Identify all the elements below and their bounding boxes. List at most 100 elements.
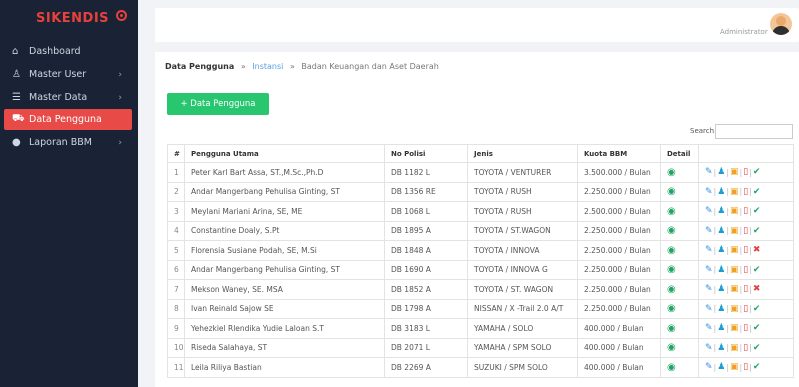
check-icon[interactable]: ✔ bbox=[753, 167, 761, 177]
view-detail-eye-icon[interactable]: ◉ bbox=[667, 167, 676, 178]
view-detail-eye-icon[interactable]: ◉ bbox=[667, 342, 676, 353]
sidebar-toggle-icon[interactable] bbox=[116, 10, 127, 21]
edit-icon[interactable]: ✎ bbox=[705, 265, 713, 275]
trash-icon[interactable]: ▯ bbox=[743, 167, 748, 177]
edit-icon[interactable]: ✎ bbox=[705, 284, 713, 294]
view-detail-eye-icon[interactable]: ◉ bbox=[667, 245, 676, 256]
trash-icon[interactable]: ▯ bbox=[743, 187, 748, 197]
check-icon[interactable]: ✔ bbox=[753, 323, 761, 333]
lock-icon[interactable]: ▣ bbox=[730, 245, 739, 255]
lock-icon[interactable]: ▣ bbox=[730, 226, 739, 236]
lock-icon[interactable]: ▣ bbox=[730, 187, 739, 197]
chevron-right-icon: › bbox=[118, 69, 122, 80]
sidebar-item-laporan-bbm[interactable]: ● Laporan BBM › bbox=[4, 132, 132, 153]
view-detail-eye-icon[interactable]: ◉ bbox=[667, 323, 676, 334]
trash-icon[interactable]: ▯ bbox=[743, 206, 748, 216]
column-header-pengguna-utama[interactable]: Pengguna Utama bbox=[184, 144, 385, 163]
search-input[interactable] bbox=[715, 124, 793, 139]
view-detail-eye-icon[interactable]: ◉ bbox=[667, 264, 676, 275]
check-icon[interactable]: ✔ bbox=[753, 226, 761, 236]
breadcrumb-item-instansi[interactable]: Instansi bbox=[252, 62, 283, 71]
table-header-row: # Pengguna Utama No Polisi Jenis Kuota B… bbox=[167, 144, 794, 163]
view-detail-eye-icon[interactable]: ◉ bbox=[667, 362, 676, 373]
trash-icon[interactable]: ▯ bbox=[743, 245, 748, 255]
trash-icon[interactable]: ▯ bbox=[743, 304, 748, 314]
no-polisi-cell: DB 1690 A bbox=[384, 259, 468, 280]
check-icon[interactable]: ✔ bbox=[753, 206, 761, 216]
view-detail-eye-icon[interactable]: ◉ bbox=[667, 303, 676, 314]
trash-icon[interactable]: ▯ bbox=[743, 343, 748, 353]
no-polisi-cell: DB 1182 L bbox=[384, 162, 468, 183]
trash-icon[interactable]: ▯ bbox=[743, 226, 748, 236]
lock-icon[interactable]: ▣ bbox=[730, 304, 739, 314]
lock-icon[interactable]: ▣ bbox=[730, 323, 739, 333]
user-icon[interactable]: ♟ bbox=[717, 362, 725, 372]
column-header-jenis[interactable]: Jenis bbox=[467, 144, 578, 163]
edit-icon[interactable]: ✎ bbox=[705, 323, 713, 333]
kuota-bbm-cell: 2.250.000 / Bulan bbox=[577, 279, 661, 300]
trash-icon[interactable]: ▯ bbox=[743, 323, 748, 333]
user-icon[interactable]: ♟ bbox=[717, 187, 725, 197]
edit-icon[interactable]: ✎ bbox=[705, 206, 713, 216]
user-icon[interactable]: ♟ bbox=[717, 245, 725, 255]
lock-icon[interactable]: ▣ bbox=[730, 343, 739, 353]
sidebar-item-master-data[interactable]: ☰ Master Data › bbox=[4, 87, 132, 108]
breadcrumb-item-data-pengguna[interactable]: Data Pengguna bbox=[165, 62, 234, 71]
check-icon[interactable]: ✔ bbox=[753, 362, 761, 372]
user-icon[interactable]: ♟ bbox=[717, 265, 725, 275]
user-icon[interactable]: ♟ bbox=[717, 167, 725, 177]
user-icon[interactable]: ♟ bbox=[717, 304, 725, 314]
edit-icon[interactable]: ✎ bbox=[705, 362, 713, 372]
detail-cell: ◉ bbox=[660, 318, 699, 339]
edit-icon[interactable]: ✎ bbox=[705, 167, 713, 177]
detail-cell: ◉ bbox=[660, 220, 699, 241]
close-icon[interactable]: ✖ bbox=[753, 245, 761, 255]
pengguna-utama-cell: Meylani Mariani Arina, SE, ME bbox=[184, 201, 385, 222]
lock-icon[interactable]: ▣ bbox=[730, 265, 739, 275]
column-header-number[interactable]: # bbox=[167, 144, 185, 163]
jenis-cell: TOYOTA / VENTURER bbox=[467, 162, 578, 183]
edit-icon[interactable]: ✎ bbox=[705, 304, 713, 314]
check-icon[interactable]: ✔ bbox=[753, 304, 761, 314]
user-icon[interactable]: ♟ bbox=[717, 343, 725, 353]
actions-cell: ✎ | ♟ | ▣ | ▯ | ✔ bbox=[698, 220, 794, 241]
edit-icon[interactable]: ✎ bbox=[705, 245, 713, 255]
trash-icon[interactable]: ▯ bbox=[743, 284, 748, 294]
trash-icon[interactable]: ▯ bbox=[743, 362, 748, 372]
user-icon[interactable]: ♟ bbox=[717, 206, 725, 216]
check-icon[interactable]: ✔ bbox=[753, 265, 761, 275]
sidebar-item-data-pengguna[interactable]: ⛟ Data Pengguna bbox=[4, 109, 132, 130]
check-icon[interactable]: ✔ bbox=[753, 187, 761, 197]
add-pengguna-button[interactable]: + Data Pengguna bbox=[167, 93, 269, 115]
no-polisi-cell: DB 2269 A bbox=[384, 357, 468, 378]
edit-icon[interactable]: ✎ bbox=[705, 187, 713, 197]
trash-icon[interactable]: ▯ bbox=[743, 265, 748, 275]
lock-icon[interactable]: ▣ bbox=[730, 206, 739, 216]
user-icon[interactable]: ♟ bbox=[717, 226, 725, 236]
lock-icon[interactable]: ▣ bbox=[730, 362, 739, 372]
user-icon[interactable]: ♟ bbox=[717, 284, 725, 294]
edit-icon[interactable]: ✎ bbox=[705, 226, 713, 236]
lock-icon[interactable]: ▣ bbox=[730, 167, 739, 177]
view-detail-eye-icon[interactable]: ◉ bbox=[667, 225, 676, 236]
pengguna-utama-cell: Mekson Waney, SE. MSA bbox=[184, 279, 385, 300]
pengguna-utama-cell: Peter Karl Bart Assa, ST.,M.Sc.,Ph.D bbox=[184, 162, 385, 183]
no-polisi-cell: DB 2071 L bbox=[384, 337, 468, 358]
view-detail-eye-icon[interactable]: ◉ bbox=[667, 284, 676, 295]
sidebar-item-dashboard[interactable]: ⌂ Dashboard bbox=[4, 41, 132, 62]
fuel-drop-icon: ● bbox=[12, 137, 21, 148]
user-icon[interactable]: ♟ bbox=[717, 323, 725, 333]
avatar[interactable] bbox=[770, 13, 792, 35]
view-detail-eye-icon[interactable]: ◉ bbox=[667, 186, 676, 197]
lock-icon[interactable]: ▣ bbox=[730, 284, 739, 294]
column-header-detail[interactable]: Detail bbox=[660, 144, 699, 163]
column-header-actions bbox=[698, 144, 794, 163]
column-header-no-polisi[interactable]: No Polisi bbox=[384, 144, 468, 163]
close-icon[interactable]: ✖ bbox=[753, 284, 761, 294]
kuota-bbm-cell: 2.250.000 / Bulan bbox=[577, 240, 661, 261]
check-icon[interactable]: ✔ bbox=[753, 343, 761, 353]
edit-icon[interactable]: ✎ bbox=[705, 343, 713, 353]
sidebar-item-master-user[interactable]: ♙ Master User › bbox=[4, 64, 132, 85]
column-header-kuota-bbm[interactable]: Kuota BBM bbox=[577, 144, 661, 163]
view-detail-eye-icon[interactable]: ◉ bbox=[667, 206, 676, 217]
